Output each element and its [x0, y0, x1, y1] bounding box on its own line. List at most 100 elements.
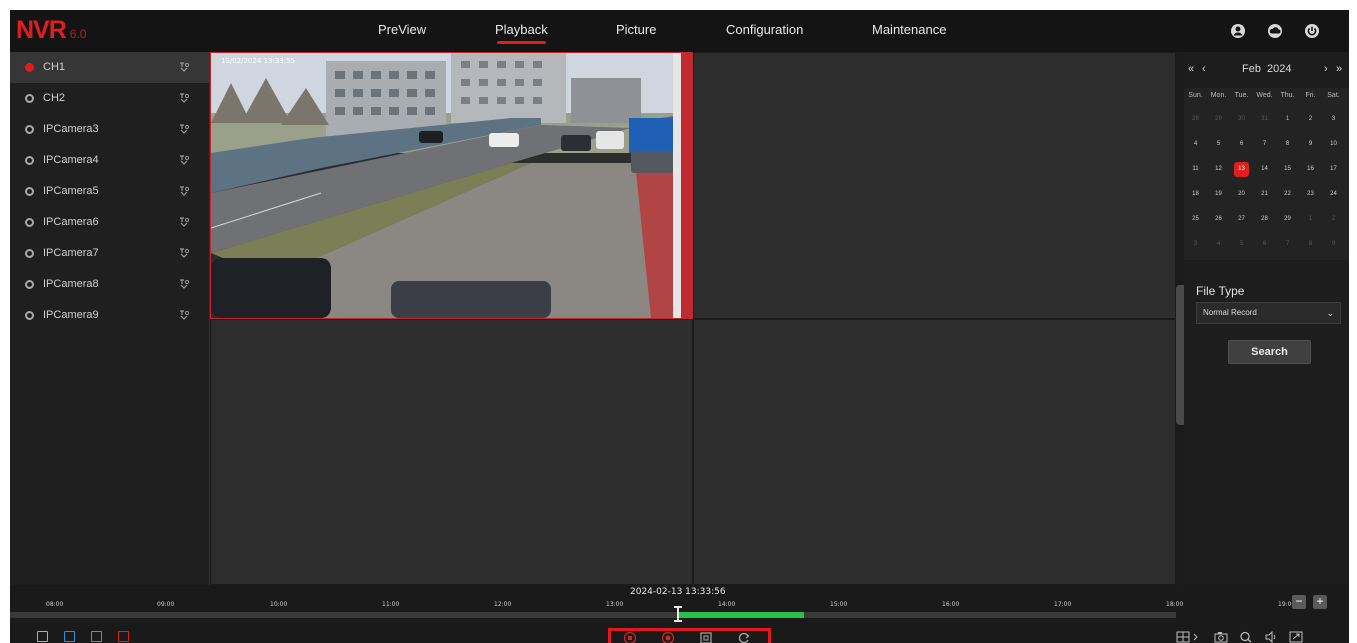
channel-item[interactable]: IPCamera8 [10, 269, 209, 300]
cloud-icon[interactable] [1267, 23, 1283, 39]
video-cell-3[interactable] [210, 319, 693, 585]
calendar-day[interactable]: 28 [1184, 108, 1207, 130]
playback-channel-icon[interactable] [178, 61, 190, 73]
channel-item[interactable]: IPCamera6 [10, 207, 209, 238]
zoom-icon[interactable] [1239, 631, 1253, 643]
record-icon[interactable] [661, 631, 675, 643]
calendar-day[interactable]: 26 [1207, 208, 1230, 230]
calendar-day[interactable]: 30 [1230, 108, 1253, 130]
nav-maintenance[interactable]: Maintenance [872, 10, 946, 52]
panel-collapse-handle[interactable] [1176, 285, 1184, 425]
calendar-day[interactable]: 8 [1276, 133, 1299, 155]
timeline-track[interactable] [10, 612, 1176, 618]
next-month-button[interactable]: › [1324, 63, 1328, 75]
calendar-day[interactable]: 7 [1276, 233, 1299, 255]
playback-channel-icon[interactable] [178, 309, 190, 321]
file-type-value: Normal Record [1203, 308, 1257, 317]
calendar-day[interactable]: 1 [1276, 108, 1299, 130]
timeline-cursor[interactable] [674, 606, 682, 622]
playback-channel-icon[interactable] [178, 92, 190, 104]
calendar-day[interactable]: 25 [1184, 208, 1207, 230]
channel-item[interactable]: IPCamera9 [10, 300, 209, 331]
video-cell-1[interactable]: 13/02/2024 13:33:55 [210, 52, 693, 319]
calendar-day-selected[interactable]: 13 [1230, 158, 1253, 180]
playback-channel-icon[interactable] [178, 216, 190, 228]
channel-status-dot [25, 125, 34, 134]
snapshot-icon[interactable] [1214, 631, 1228, 643]
channel-item[interactable]: IPCamera7 [10, 238, 209, 269]
calendar-day[interactable]: 19 [1207, 183, 1230, 205]
prev-year-button[interactable]: « [1188, 63, 1194, 75]
playback-channel-icon[interactable] [178, 154, 190, 166]
file-type-select[interactable]: Normal Record ⌄ [1196, 302, 1341, 324]
calendar-day[interactable]: 16 [1299, 158, 1322, 180]
fullscreen-icon[interactable] [1289, 631, 1303, 643]
calendar-day[interactable]: 5 [1207, 133, 1230, 155]
nav-configuration[interactable]: Configuration [726, 10, 803, 52]
timeline-zoom-in-button[interactable]: + [1313, 595, 1327, 609]
playback-channel-icon[interactable] [178, 278, 190, 290]
search-button[interactable]: Search [1228, 340, 1311, 364]
timeline-tick: 18:00 [1166, 601, 1184, 608]
calendar-day[interactable]: 29 [1276, 208, 1299, 230]
timeline-zoom-out-button[interactable]: − [1292, 595, 1306, 609]
calendar-day[interactable]: 24 [1322, 183, 1345, 205]
calendar-day[interactable]: 31 [1253, 108, 1276, 130]
calendar-day[interactable]: 18 [1184, 183, 1207, 205]
calendar-day[interactable]: 20 [1230, 183, 1253, 205]
stop-icon[interactable] [623, 631, 637, 643]
chevron-down-icon: ⌄ [1326, 308, 1334, 318]
playback-timeline[interactable]: 2024-02-13 13:33:56 08:00 09:00 10:00 11… [10, 585, 1349, 643]
channel-item[interactable]: IPCamera5 [10, 176, 209, 207]
next-year-button[interactable]: » [1336, 63, 1342, 75]
timeline-record-segment[interactable] [679, 612, 804, 618]
nav-picture[interactable]: Picture [616, 10, 656, 52]
calendar-day[interactable]: 3 [1322, 108, 1345, 130]
calendar-day[interactable]: 12 [1207, 158, 1230, 180]
chevron-right-icon[interactable] [1192, 631, 1200, 643]
nav-preview[interactable]: PreView [378, 10, 426, 52]
audio-icon[interactable] [1264, 631, 1278, 643]
calendar-day[interactable]: 21 [1253, 183, 1276, 205]
playback-channel-icon[interactable] [178, 247, 190, 259]
playback-channel-icon[interactable] [178, 123, 190, 135]
calendar-day[interactable]: 4 [1184, 133, 1207, 155]
layout-grid-icon[interactable] [1176, 631, 1190, 643]
nav-playback[interactable]: Playback [495, 10, 548, 52]
calendar-day[interactable]: 7 [1253, 133, 1276, 155]
calendar-day[interactable]: 5 [1230, 233, 1253, 255]
calendar-day[interactable]: 10 [1322, 133, 1345, 155]
user-icon[interactable] [1230, 23, 1246, 39]
power-icon[interactable] [1304, 23, 1320, 39]
calendar-day[interactable]: 29 [1207, 108, 1230, 130]
calendar-day[interactable]: 23 [1299, 183, 1322, 205]
calendar-day[interactable]: 2 [1299, 108, 1322, 130]
calendar-day[interactable]: 8 [1299, 233, 1322, 255]
channel-item[interactable]: CH1 [10, 52, 209, 83]
calendar-grid: Sun. Mon. Tue. Wed. Thu. Fri. Sat. 28 29… [1184, 88, 1349, 260]
calendar-day[interactable]: 6 [1230, 133, 1253, 155]
calendar-day[interactable]: 4 [1207, 233, 1230, 255]
calendar-day[interactable]: 17 [1322, 158, 1345, 180]
calendar-day[interactable]: 15 [1276, 158, 1299, 180]
video-cell-4[interactable] [693, 319, 1176, 585]
playback-channel-icon[interactable] [178, 185, 190, 197]
calendar-day[interactable]: 11 [1184, 158, 1207, 180]
calendar-day[interactable]: 1 [1299, 208, 1322, 230]
sync-icon[interactable] [737, 631, 751, 643]
calendar-day[interactable]: 28 [1253, 208, 1276, 230]
video-cell-2[interactable] [693, 52, 1176, 319]
calendar-day[interactable]: 6 [1253, 233, 1276, 255]
channel-item[interactable]: IPCamera3 [10, 114, 209, 145]
clip-icon[interactable] [699, 631, 713, 643]
calendar-day[interactable]: 9 [1299, 133, 1322, 155]
calendar-day[interactable]: 22 [1276, 183, 1299, 205]
channel-item[interactable]: CH2 [10, 83, 209, 114]
calendar-day[interactable]: 14 [1253, 158, 1276, 180]
calendar-day[interactable]: 27 [1230, 208, 1253, 230]
calendar-day[interactable]: 2 [1322, 208, 1345, 230]
calendar-day[interactable]: 9 [1322, 233, 1345, 255]
prev-month-button[interactable]: ‹ [1202, 63, 1206, 75]
channel-item[interactable]: IPCamera4 [10, 145, 209, 176]
calendar-day[interactable]: 3 [1184, 233, 1207, 255]
